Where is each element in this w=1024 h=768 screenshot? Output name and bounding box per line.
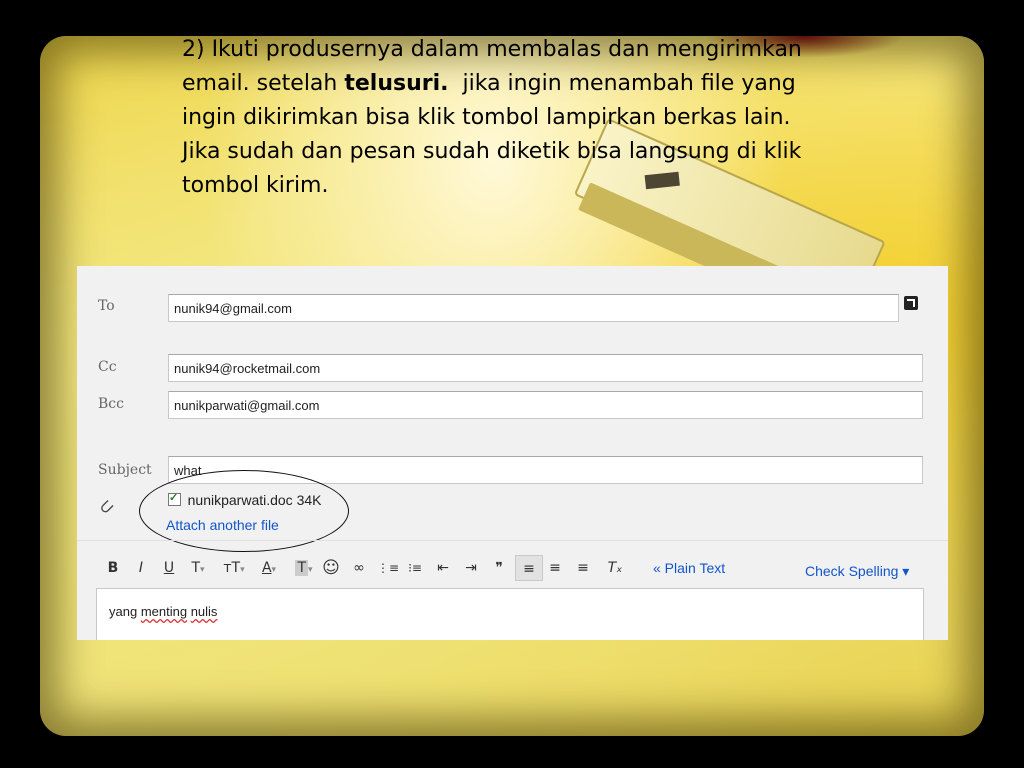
to-label: To — [98, 298, 115, 314]
text-color-button[interactable]: A▾ — [255, 555, 283, 581]
bcc-label: Bcc — [98, 396, 124, 412]
indent-more-icon[interactable]: ⇥ — [461, 555, 481, 581]
align-right-icon[interactable]: ≡ — [573, 555, 593, 581]
format-toolbar: B I U T▾ тT▾ A▾ T ▾ ☺ ∞ ⋮≡ ⁝≡ ⇤ ⇥ ❞ ≡ ≡ ≡… — [99, 555, 939, 585]
instruction-text: 2) Ikuti produsernya dalam membalas dan … — [182, 33, 942, 203]
highlight-color-button[interactable]: T ▾ — [289, 555, 319, 581]
cc-label: Cc — [98, 359, 117, 375]
attachment-row: nunikparwati.doc 34K — [168, 491, 322, 508]
bold-button[interactable]: B — [105, 555, 121, 581]
text-color-caret-icon: ▾ — [271, 565, 277, 575]
instruction-line-5: tombol kirim. — [182, 173, 329, 198]
subject-label: Subject — [98, 462, 152, 478]
emoji-icon[interactable]: ☺ — [321, 555, 341, 581]
font-size-label: тT — [223, 560, 241, 576]
indent-less-icon[interactable]: ⇤ — [433, 555, 453, 581]
underline-button[interactable]: U — [161, 555, 177, 581]
toolbar-divider — [77, 540, 948, 541]
instruction-line-2b: jika ingin menambah file yang — [448, 71, 796, 96]
instruction-line-2a: email. setelah — [182, 71, 345, 96]
cc-field[interactable]: nunik94@rocketmail.com — [168, 354, 923, 382]
instruction-line-3: ingin dikirimkan bisa klik tombol lampir… — [182, 105, 791, 130]
link-icon[interactable]: ∞ — [349, 555, 369, 581]
highlight-caret-icon: ▾ — [308, 565, 313, 575]
compose-panel: To nunik94@gmail.com Cc nunik94@rocketma… — [77, 266, 948, 640]
plain-text-link[interactable]: « Plain Text — [653, 560, 725, 576]
attach-another-file-link[interactable]: Attach another file — [166, 517, 279, 533]
font-family-label: T — [191, 560, 201, 576]
font-family-caret-icon: ▾ — [200, 565, 205, 575]
font-family-button[interactable]: T▾ — [187, 555, 209, 581]
to-field[interactable]: nunik94@gmail.com — [168, 294, 899, 322]
bullet-list-icon[interactable]: ⁝≡ — [405, 555, 425, 581]
instruction-line-1: 2) Ikuti produsernya dalam membalas dan … — [182, 37, 802, 62]
instruction-line-4: Jika sudah dan pesan sudah diketik bisa … — [182, 139, 802, 164]
italic-button[interactable]: I — [133, 555, 149, 581]
message-body[interactable]: yang menting nulis — [96, 588, 924, 640]
attachment-name: nunikparwati.doc 34K — [187, 492, 322, 508]
bcc-field[interactable]: nunikparwati@gmail.com — [168, 391, 923, 419]
paperclip-icon: ⊂ — [93, 494, 119, 520]
align-center-icon[interactable]: ≡ — [545, 555, 565, 581]
contacts-picker-icon[interactable] — [904, 296, 918, 310]
remove-formatting-icon[interactable]: Tₓ — [603, 555, 627, 581]
text-color-label: A — [261, 560, 272, 576]
quote-icon[interactable]: ❞ — [489, 555, 509, 581]
check-spelling-button[interactable]: Check Spelling ▾ — [805, 563, 909, 580]
attachment-checkbox[interactable] — [168, 491, 181, 506]
highlight-label: T — [295, 560, 309, 576]
font-size-button[interactable]: тT▾ — [219, 555, 249, 581]
font-size-caret-icon: ▾ — [240, 565, 245, 575]
body-text-prefix: yang — [109, 604, 141, 619]
instruction-bold-word: telusuri. — [344, 71, 449, 96]
body-misspelled-word-2: nulis — [190, 604, 218, 619]
body-misspelled-word-1: menting — [140, 604, 188, 619]
numbered-list-icon[interactable]: ⋮≡ — [377, 555, 399, 581]
subject-field[interactable]: what — [168, 456, 923, 484]
align-left-icon[interactable]: ≡ — [515, 555, 543, 581]
